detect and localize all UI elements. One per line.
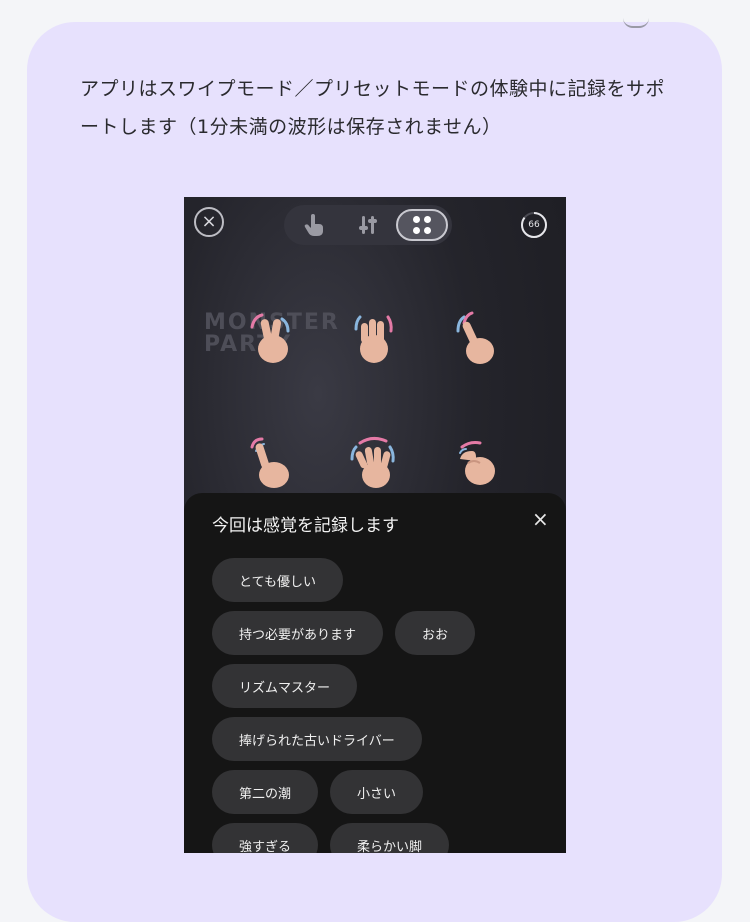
fist-hand-icon[interactable] [446, 433, 506, 493]
mode-switcher [284, 205, 452, 245]
chip-row: 強すぎる 柔らかい脚 [212, 823, 450, 853]
feature-description: アプリはスワイプモード／プリセットモードの体験中に記録をサポートします（1分未満… [80, 78, 666, 138]
sheet-title: 今回は感覚を記録します [212, 516, 399, 536]
chip-row: 持つ必要があります おお [212, 611, 476, 655]
open-hand-icon[interactable] [344, 309, 404, 369]
swipe-mode-button[interactable] [288, 209, 340, 241]
sensation-chip[interactable]: 持つ必要があります [212, 611, 384, 655]
peace-hand-icon[interactable] [242, 309, 302, 369]
sensation-chip[interactable]: 柔らかい脚 [330, 823, 450, 853]
phone-screenshot: × 66 MONSTER PARTY 今回は感覚を記録します × とても優しい … [184, 197, 566, 853]
close-icon: × [201, 211, 217, 232]
hand-pointer-icon [304, 214, 323, 236]
two-finger-hand-icon[interactable] [446, 309, 506, 369]
chip-row: 捧げられた古いドライバー [212, 717, 422, 761]
record-sensation-sheet: 今回は感覚を記録します × とても優しい 持つ必要があります おお リズムマスタ… [184, 493, 566, 853]
sensation-chip[interactable]: おお [395, 611, 476, 655]
sensation-chip[interactable]: リズムマスター [212, 664, 358, 708]
timer-value: 66 [528, 220, 540, 230]
sensation-chip[interactable]: 小さい [330, 770, 424, 814]
grid-dots-icon [413, 216, 431, 234]
grid-mode-button[interactable] [396, 209, 448, 241]
close-icon: × [532, 507, 549, 531]
wave-hand-icon[interactable] [344, 433, 404, 493]
card-top-decoration [623, 12, 649, 28]
pointing-hand-icon[interactable] [242, 433, 302, 493]
chip-row: リズムマスター [212, 664, 358, 708]
sliders-icon [359, 216, 377, 234]
sensation-chip[interactable]: 強すぎる [212, 823, 319, 853]
sensation-chip[interactable]: とても優しい [212, 558, 343, 602]
sensation-chip[interactable]: 捧げられた古いドライバー [212, 717, 422, 761]
sensation-chip[interactable]: 第二の潮 [212, 770, 319, 814]
preset-mode-button[interactable] [342, 209, 394, 241]
sheet-close-button[interactable]: × [532, 507, 549, 531]
chip-row: とても優しい [212, 558, 343, 602]
close-button[interactable]: × [194, 207, 224, 237]
chip-row: 第二の潮 小さい [212, 770, 424, 814]
